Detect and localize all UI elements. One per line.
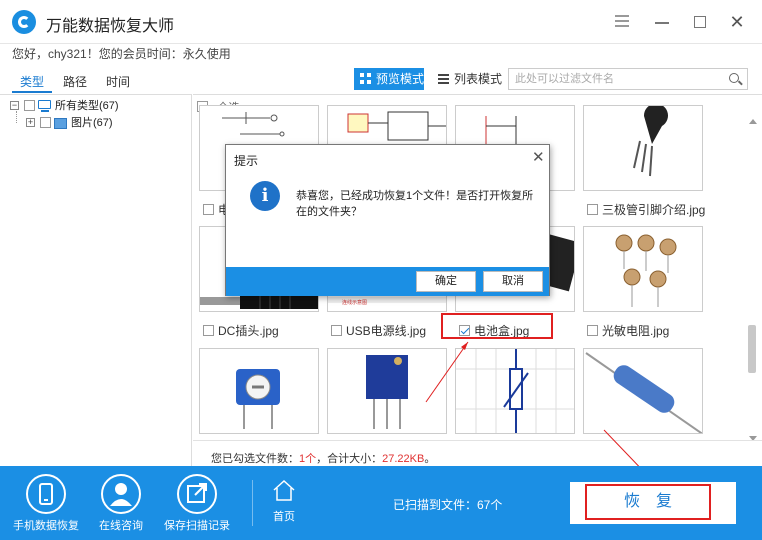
scanned-count-text: 已扫描到文件：67个 bbox=[393, 498, 503, 512]
info-icon: i bbox=[250, 181, 280, 211]
home-icon bbox=[272, 478, 296, 502]
save-scan-record-button[interactable]: 保存扫描记录 bbox=[162, 474, 232, 533]
dialog-close-icon[interactable]: ✕ bbox=[532, 148, 545, 166]
cancel-button[interactable]: 取消 bbox=[483, 271, 543, 292]
phone-icon bbox=[26, 474, 66, 514]
bottom-divider bbox=[252, 480, 253, 526]
dialog-footer: 确定 取消 bbox=[226, 267, 549, 296]
confirm-dialog: 提示 ✕ i 恭喜您，已经成功恢复1个文件！是否打开恢复所在的文件夹？ 确定 取… bbox=[225, 144, 550, 296]
dialog-message: 恭喜您，已经成功恢复1个文件！是否打开恢复所在的文件夹？ bbox=[296, 190, 534, 218]
save-export-icon bbox=[177, 474, 217, 514]
home-button[interactable]: 首页 bbox=[264, 478, 304, 524]
phone-recovery-button[interactable]: 手机数据恢复 bbox=[11, 474, 81, 533]
ok-button[interactable]: 确定 bbox=[416, 271, 476, 292]
dialog-title: 提示 bbox=[234, 154, 259, 168]
online-consult-button[interactable]: 在线咨询 bbox=[86, 474, 156, 533]
restore-button[interactable]: 恢复 bbox=[570, 482, 736, 524]
user-support-icon bbox=[101, 474, 141, 514]
restore-button-label: 恢复 bbox=[585, 484, 711, 520]
